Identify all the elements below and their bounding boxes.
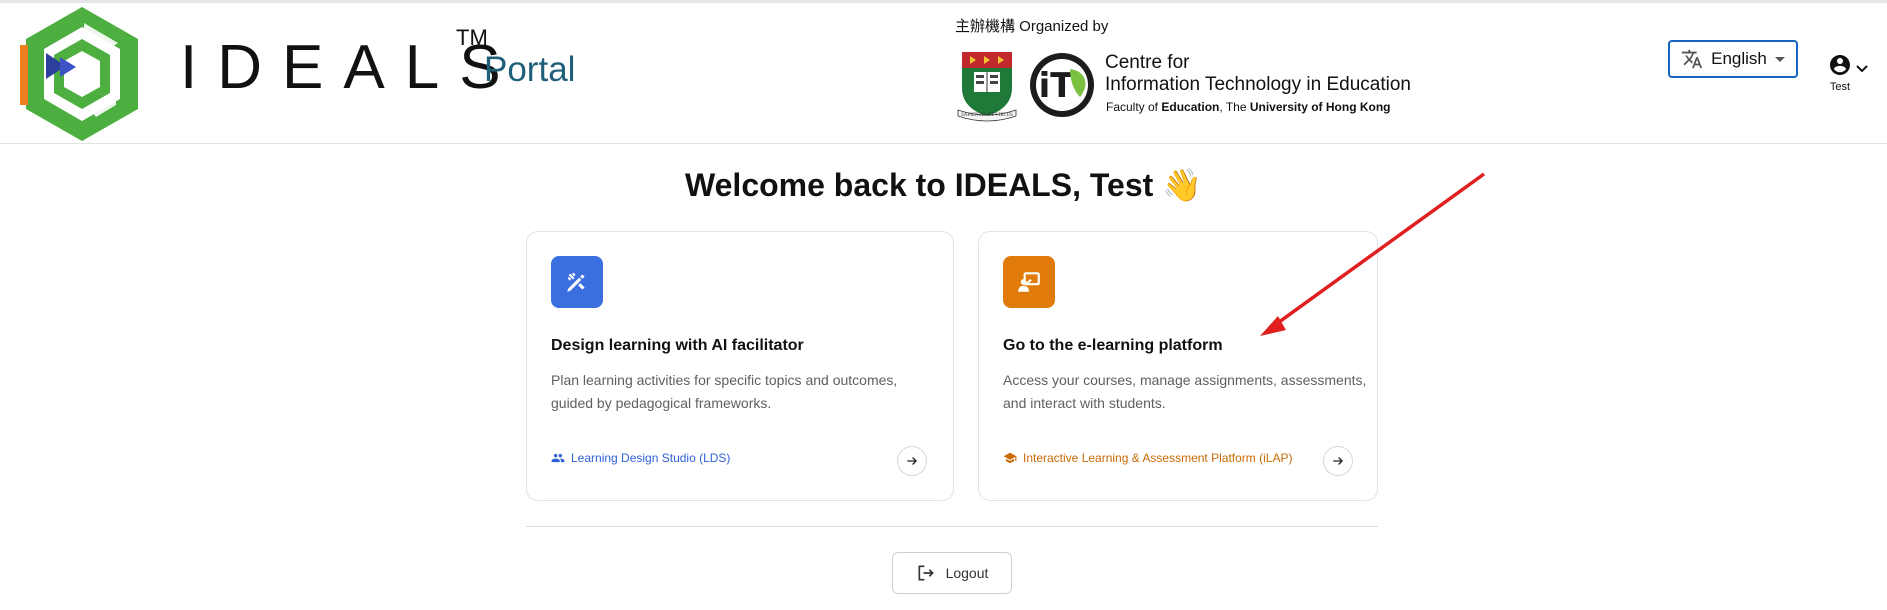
header: IDEALS TM Portal 主辦機構 Organized by SAPIE…: [0, 3, 1887, 144]
arrow-right-icon: [1333, 457, 1343, 465]
elearning-tile: [1003, 256, 1055, 308]
chevron-down-icon: [1774, 56, 1785, 62]
welcome-heading: Welcome back to IDEALS, Test 👋: [685, 167, 1202, 203]
logout-button[interactable]: Logout: [892, 552, 1012, 594]
card-footer-label: Interactive Learning & Assessment Platfo…: [1023, 451, 1293, 465]
portal-label: Portal: [484, 50, 576, 89]
translate-icon: [1682, 49, 1703, 69]
card-footer-label: Learning Design Studio (LDS): [571, 451, 731, 465]
card-title: Design learning with AI facilitator: [551, 337, 804, 354]
people-icon: [551, 453, 565, 463]
cite-logo: iT: [1030, 53, 1094, 117]
arrow-right-icon: [907, 457, 917, 465]
card-description: Access your courses, manage assignments,…: [1003, 372, 1367, 411]
organized-by-label: 主辦機構 Organized by: [955, 18, 1109, 35]
cite-name-line2: Information Technology in Education: [1105, 74, 1411, 95]
account-circle-icon: [1830, 55, 1850, 75]
cite-faculty-line: Faculty of Education, The University of …: [1106, 100, 1391, 114]
hku-crest-logo: SAPIENTIA ET VIRTUS: [957, 52, 1017, 122]
cite-name-line1: Centre for: [1105, 52, 1190, 73]
user-name: Test: [1829, 81, 1851, 93]
logout-icon: [918, 565, 934, 581]
school-icon: [1003, 452, 1017, 464]
chevron-down-icon: [1856, 65, 1868, 73]
trademark-symbol: TM: [456, 25, 488, 50]
language-label: English: [1711, 49, 1767, 68]
open-ilap-button[interactable]: [1323, 446, 1353, 476]
card-footer-ilap[interactable]: Interactive Learning & Assessment Platfo…: [1003, 451, 1292, 465]
user-menu[interactable]: Test: [1828, 53, 1872, 97]
card-title: Go to the e-learning platform: [1003, 337, 1223, 354]
cite-logo-text: iT: [1039, 66, 1075, 106]
card-elearning-platform[interactable]: Go to the e-learning platform Access you…: [978, 231, 1378, 501]
card-description: Plan learning activities for specific to…: [551, 372, 898, 411]
logout-label: Logout: [945, 565, 989, 581]
card-design-learning[interactable]: Design learning with AI facilitator Plan…: [526, 231, 954, 501]
ideals-logo[interactable]: [20, 5, 144, 143]
divider: [526, 526, 1378, 527]
card-footer-lds[interactable]: Learning Design Studio (LDS): [551, 451, 730, 465]
design-tile: [551, 256, 603, 308]
presentation-icon: [1018, 272, 1040, 292]
language-selector[interactable]: English: [1668, 40, 1798, 78]
crest-motto: SAPIENTIA ET VIRTUS: [961, 113, 1013, 118]
design-services-icon: [567, 272, 585, 292]
open-lds-button[interactable]: [897, 446, 927, 476]
